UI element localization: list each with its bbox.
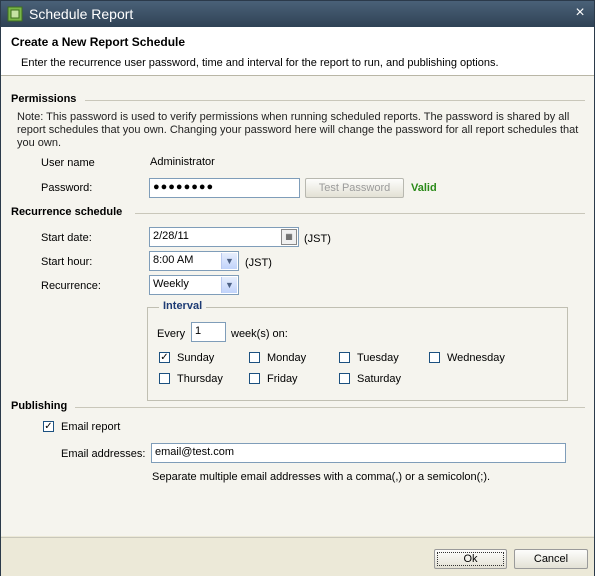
password-valid-status: Valid — [411, 182, 437, 194]
start-hour-value: 8:00 AM — [153, 254, 194, 266]
start-hour-select[interactable]: 8:00 AM ▼ — [149, 251, 239, 271]
header-title: Create a New Report Schedule — [11, 35, 186, 49]
email-report-label: Email report — [61, 421, 121, 433]
week-unit-label: week(s) on: — [231, 328, 288, 340]
monday-checkbox[interactable] — [249, 352, 260, 363]
dialog-title: Schedule Report — [29, 6, 134, 22]
dialog-content: Permissions Note: This password is used … — [1, 76, 594, 536]
sunday-checkbox[interactable]: ✓ — [159, 352, 170, 363]
ok-button[interactable]: Ok — [434, 549, 507, 569]
thursday-checkbox[interactable] — [159, 373, 170, 384]
interval-legend: Interval — [159, 300, 207, 312]
close-icon[interactable]: × — [572, 5, 588, 21]
monday-label: Monday — [267, 352, 307, 364]
permissions-section-label: Permissions — [11, 93, 77, 105]
email-report-checkbox[interactable]: ✓ — [43, 421, 54, 432]
user-name-label: User name — [41, 157, 95, 169]
dialog-header: Create a New Report Schedule Enter the r… — [1, 27, 594, 76]
thursday-label: Thursday — [177, 373, 223, 385]
password-field[interactable]: ●●●●●●●● — [149, 178, 300, 198]
every-label: Every — [157, 328, 186, 340]
title-bar: Schedule Report × — [1, 1, 594, 27]
app-icon — [7, 6, 23, 22]
email-addresses-field[interactable]: email@test.com — [151, 443, 566, 463]
saturday-label: Saturday — [357, 373, 402, 385]
start-hour-label: Start hour: — [41, 256, 93, 268]
start-date-timezone: (JST) — [304, 233, 331, 245]
email-hint: Separate multiple email addresses with a… — [152, 471, 491, 483]
chevron-down-icon[interactable]: ▼ — [221, 253, 237, 269]
permissions-divider — [85, 100, 585, 101]
start-date-field[interactable]: 2/28/11 ▦ — [149, 227, 299, 247]
recurrence-section-label: Recurrence schedule — [11, 206, 123, 218]
recurrence-select[interactable]: Weekly ▼ — [149, 275, 239, 295]
header-subtitle: Enter the recurrence user password, time… — [21, 57, 499, 69]
cancel-button[interactable]: Cancel — [514, 549, 588, 569]
password-label: Password: — [41, 182, 93, 194]
permissions-note: Note: This password is used to verify pe… — [17, 111, 579, 149]
start-hour-timezone: (JST) — [245, 257, 272, 269]
email-addresses-label: Email addresses: — [61, 448, 146, 460]
chevron-down-icon[interactable]: ▼ — [221, 277, 237, 293]
schedule-report-dialog: Schedule Report × Create a New Report Sc… — [0, 0, 595, 576]
friday-checkbox[interactable] — [249, 373, 260, 384]
user-name-value: Administrator — [150, 156, 215, 168]
publishing-section-label: Publishing — [11, 400, 68, 412]
start-date-value: 2/28/11 — [153, 230, 189, 242]
tuesday-checkbox[interactable] — [339, 352, 350, 363]
calendar-icon[interactable]: ▦ — [281, 229, 297, 245]
saturday-checkbox[interactable] — [339, 373, 350, 384]
tuesday-label: Tuesday — [357, 352, 399, 364]
publishing-divider — [75, 407, 585, 408]
test-password-button[interactable]: Test Password — [305, 178, 404, 198]
recurrence-label: Recurrence: — [41, 280, 101, 292]
recurrence-value: Weekly — [153, 278, 189, 290]
dialog-footer: Ok Cancel — [1, 537, 594, 576]
friday-label: Friday — [267, 373, 298, 385]
wednesday-checkbox[interactable] — [429, 352, 440, 363]
wednesday-label: Wednesday — [447, 352, 505, 364]
every-weeks-field[interactable]: 1 — [191, 322, 226, 342]
recurrence-divider — [135, 213, 585, 214]
start-date-label: Start date: — [41, 232, 92, 244]
sunday-label: Sunday — [177, 352, 215, 364]
